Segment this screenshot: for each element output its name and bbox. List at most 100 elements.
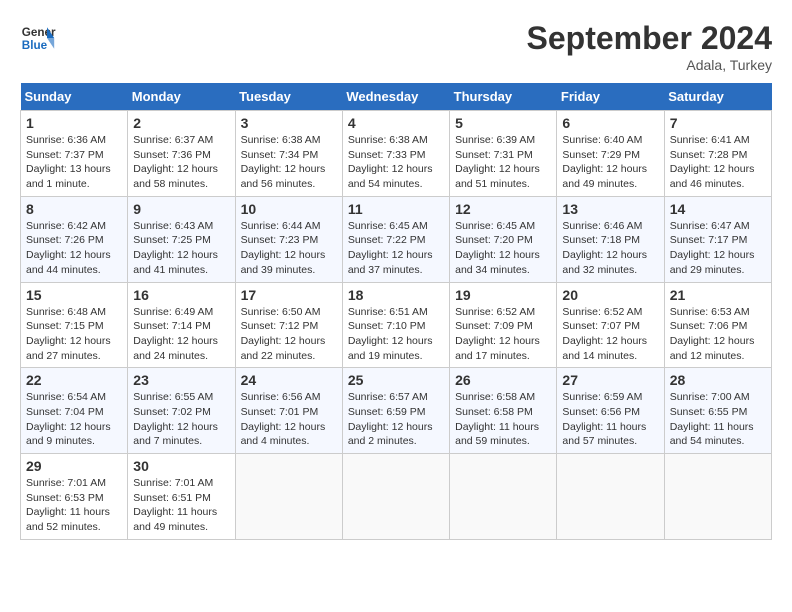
- day-info: Sunrise: 6:54 AMSunset: 7:04 PMDaylight:…: [26, 390, 122, 449]
- day-info: Sunrise: 6:45 AMSunset: 7:20 PMDaylight:…: [455, 219, 551, 278]
- calendar-cell: 24 Sunrise: 6:56 AMSunset: 7:01 PMDayligh…: [235, 368, 342, 454]
- day-info: Sunrise: 7:01 AMSunset: 6:53 PMDaylight:…: [26, 476, 122, 535]
- day-number: 21: [670, 287, 766, 303]
- calendar-cell: [342, 454, 449, 540]
- header-monday: Monday: [128, 83, 235, 111]
- day-number: 20: [562, 287, 658, 303]
- day-number: 12: [455, 201, 551, 217]
- day-info: Sunrise: 6:41 AMSunset: 7:28 PMDaylight:…: [670, 133, 766, 192]
- logo-icon: General Blue: [20, 20, 56, 56]
- day-info: Sunrise: 6:57 AMSunset: 6:59 PMDaylight:…: [348, 390, 444, 449]
- day-number: 19: [455, 287, 551, 303]
- calendar-cell: 6 Sunrise: 6:40 AMSunset: 7:29 PMDaylight…: [557, 111, 664, 197]
- day-number: 15: [26, 287, 122, 303]
- calendar-cell: 17 Sunrise: 6:50 AMSunset: 7:12 PMDayligh…: [235, 282, 342, 368]
- day-number: 24: [241, 372, 337, 388]
- calendar-cell: 12 Sunrise: 6:45 AMSunset: 7:20 PMDayligh…: [450, 196, 557, 282]
- day-number: 23: [133, 372, 229, 388]
- day-info: Sunrise: 6:36 AMSunset: 7:37 PMDaylight:…: [26, 133, 122, 192]
- day-info: Sunrise: 6:38 AMSunset: 7:33 PMDaylight:…: [348, 133, 444, 192]
- calendar-cell: 7 Sunrise: 6:41 AMSunset: 7:28 PMDaylight…: [664, 111, 771, 197]
- day-info: Sunrise: 6:56 AMSunset: 7:01 PMDaylight:…: [241, 390, 337, 449]
- calendar-cell: 15 Sunrise: 6:48 AMSunset: 7:15 PMDayligh…: [21, 282, 128, 368]
- day-number: 1: [26, 115, 122, 131]
- day-number: 11: [348, 201, 444, 217]
- calendar-cell: [664, 454, 771, 540]
- day-info: Sunrise: 6:40 AMSunset: 7:29 PMDaylight:…: [562, 133, 658, 192]
- day-number: 22: [26, 372, 122, 388]
- calendar-cell: 9 Sunrise: 6:43 AMSunset: 7:25 PMDaylight…: [128, 196, 235, 282]
- header: General Blue September 2024 Adala, Turke…: [20, 20, 772, 73]
- day-number: 5: [455, 115, 551, 131]
- day-info: Sunrise: 6:53 AMSunset: 7:06 PMDaylight:…: [670, 305, 766, 364]
- calendar-cell: 5 Sunrise: 6:39 AMSunset: 7:31 PMDaylight…: [450, 111, 557, 197]
- day-info: Sunrise: 6:46 AMSunset: 7:18 PMDaylight:…: [562, 219, 658, 278]
- header-row: Sunday Monday Tuesday Wednesday Thursday…: [21, 83, 772, 111]
- svg-text:Blue: Blue: [22, 39, 48, 52]
- title-area: September 2024 Adala, Turkey: [527, 20, 772, 73]
- calendar-cell: 18 Sunrise: 6:51 AMSunset: 7:10 PMDayligh…: [342, 282, 449, 368]
- day-info: Sunrise: 6:50 AMSunset: 7:12 PMDaylight:…: [241, 305, 337, 364]
- day-number: 8: [26, 201, 122, 217]
- calendar-cell: 10Sunrise: 6:44 AMSunset: 7:23 PMDayligh…: [235, 196, 342, 282]
- day-info: Sunrise: 6:58 AMSunset: 6:58 PMDaylight:…: [455, 390, 551, 449]
- calendar-cell: 26 Sunrise: 6:58 AMSunset: 6:58 PMDayligh…: [450, 368, 557, 454]
- day-info: Sunrise: 6:52 AMSunset: 7:09 PMDaylight:…: [455, 305, 551, 364]
- day-number: 4: [348, 115, 444, 131]
- header-friday: Friday: [557, 83, 664, 111]
- day-info: Sunrise: 6:47 AMSunset: 7:17 PMDaylight:…: [670, 219, 766, 278]
- calendar-row-2: 8 Sunrise: 6:42 AMSunset: 7:26 PMDaylight…: [21, 196, 772, 282]
- day-info: Sunrise: 6:55 AMSunset: 7:02 PMDaylight:…: [133, 390, 229, 449]
- day-number: 17: [241, 287, 337, 303]
- header-sunday: Sunday: [21, 83, 128, 111]
- day-info: Sunrise: 6:49 AMSunset: 7:14 PMDaylight:…: [133, 305, 229, 364]
- day-number: 3: [241, 115, 337, 131]
- calendar-body: 1 Sunrise: 6:36 AMSunset: 7:37 PMDaylight…: [21, 111, 772, 540]
- header-thursday: Thursday: [450, 83, 557, 111]
- day-number: 6: [562, 115, 658, 131]
- day-number: 2: [133, 115, 229, 131]
- calendar-cell: 25 Sunrise: 6:57 AMSunset: 6:59 PMDayligh…: [342, 368, 449, 454]
- day-number: 30: [133, 458, 229, 474]
- month-title: September 2024: [527, 20, 772, 57]
- day-info: Sunrise: 6:39 AMSunset: 7:31 PMDaylight:…: [455, 133, 551, 192]
- calendar-cell: 11 Sunrise: 6:45 AMSunset: 7:22 PMDayligh…: [342, 196, 449, 282]
- calendar-cell: 28 Sunrise: 7:00 AMSunset: 6:55 PMDayligh…: [664, 368, 771, 454]
- day-info: Sunrise: 6:45 AMSunset: 7:22 PMDaylight:…: [348, 219, 444, 278]
- day-number: 28: [670, 372, 766, 388]
- calendar-cell: 3 Sunrise: 6:38 AMSunset: 7:34 PMDaylight…: [235, 111, 342, 197]
- calendar-cell: 22 Sunrise: 6:54 AMSunset: 7:04 PMDayligh…: [21, 368, 128, 454]
- day-info: Sunrise: 7:00 AMSunset: 6:55 PMDaylight:…: [670, 390, 766, 449]
- day-number: 18: [348, 287, 444, 303]
- calendar-row-4: 22 Sunrise: 6:54 AMSunset: 7:04 PMDayligh…: [21, 368, 772, 454]
- day-info: Sunrise: 6:42 AMSunset: 7:26 PMDaylight:…: [26, 219, 122, 278]
- day-info: Sunrise: 6:38 AMSunset: 7:34 PMDaylight:…: [241, 133, 337, 192]
- calendar-cell: 30 Sunrise: 7:01 AMSunset: 6:51 PMDayligh…: [128, 454, 235, 540]
- calendar-cell: 23 Sunrise: 6:55 AMSunset: 7:02 PMDayligh…: [128, 368, 235, 454]
- day-info: Sunrise: 6:43 AMSunset: 7:25 PMDaylight:…: [133, 219, 229, 278]
- day-number: 27: [562, 372, 658, 388]
- location-subtitle: Adala, Turkey: [527, 57, 772, 73]
- day-info: Sunrise: 6:37 AMSunset: 7:36 PMDaylight:…: [133, 133, 229, 192]
- header-saturday: Saturday: [664, 83, 771, 111]
- calendar-cell: 16 Sunrise: 6:49 AMSunset: 7:14 PMDayligh…: [128, 282, 235, 368]
- header-tuesday: Tuesday: [235, 83, 342, 111]
- calendar-cell: [450, 454, 557, 540]
- calendar-cell: 19 Sunrise: 6:52 AMSunset: 7:09 PMDayligh…: [450, 282, 557, 368]
- day-info: Sunrise: 7:01 AMSunset: 6:51 PMDaylight:…: [133, 476, 229, 535]
- day-info: Sunrise: 6:48 AMSunset: 7:15 PMDaylight:…: [26, 305, 122, 364]
- day-number: 14: [670, 201, 766, 217]
- calendar-cell: 4 Sunrise: 6:38 AMSunset: 7:33 PMDaylight…: [342, 111, 449, 197]
- day-number: 29: [26, 458, 122, 474]
- day-number: 9: [133, 201, 229, 217]
- calendar-cell: 14 Sunrise: 6:47 AMSunset: 7:17 PMDayligh…: [664, 196, 771, 282]
- day-info: Sunrise: 6:44 AMSunset: 7:23 PMDaylight:…: [241, 219, 337, 278]
- calendar-cell: [235, 454, 342, 540]
- day-number: 26: [455, 372, 551, 388]
- day-number: 13: [562, 201, 658, 217]
- day-number: 25: [348, 372, 444, 388]
- day-number: 7: [670, 115, 766, 131]
- day-number: 16: [133, 287, 229, 303]
- day-info: Sunrise: 6:52 AMSunset: 7:07 PMDaylight:…: [562, 305, 658, 364]
- day-info: Sunrise: 6:51 AMSunset: 7:10 PMDaylight:…: [348, 305, 444, 364]
